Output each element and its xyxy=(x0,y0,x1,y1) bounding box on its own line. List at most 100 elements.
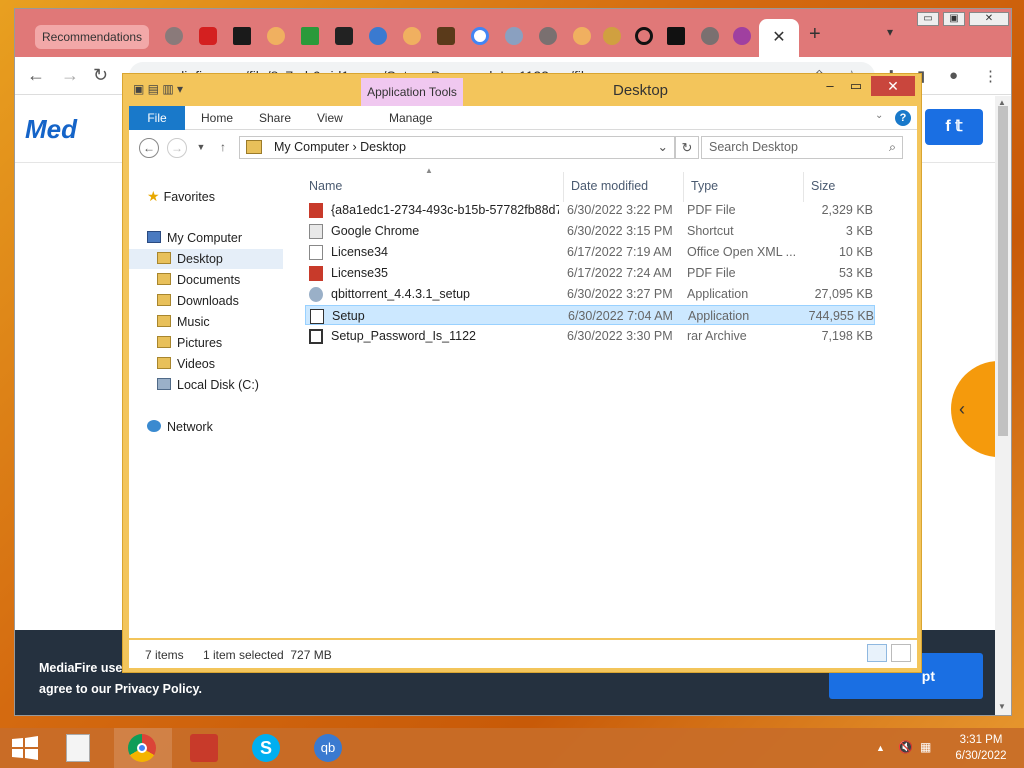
tray-expand-icon[interactable]: ▲ xyxy=(876,743,885,753)
application-tools-label: Application Tools xyxy=(361,78,463,106)
column-type[interactable]: Type xyxy=(691,179,718,193)
tab-icon-13[interactable] xyxy=(573,27,591,45)
tab-icon-16[interactable] xyxy=(667,27,685,45)
nav-local-disk[interactable]: Local Disk (C:) xyxy=(157,375,259,395)
address-dropdown-icon[interactable]: ⌄ xyxy=(658,137,668,158)
explorer-minimize-button[interactable]: ‒ xyxy=(819,76,841,96)
search-input[interactable]: Search Desktop ⌕ xyxy=(701,136,903,159)
large-icons-view-icon[interactable] xyxy=(891,644,911,662)
search-placeholder: Search Desktop xyxy=(709,140,798,154)
tab-search-chevron-icon[interactable]: ▾ xyxy=(887,25,893,39)
recommendations-tab[interactable]: Recommendations xyxy=(35,25,150,49)
nav-downloads[interactable]: Downloads xyxy=(157,291,239,311)
taskbar-skype[interactable]: S xyxy=(238,728,296,768)
nav-favorites[interactable]: ★ Favorites xyxy=(147,186,215,206)
profile-icon[interactable]: ● xyxy=(949,67,958,84)
explorer-maximize-button[interactable]: ▭ xyxy=(845,76,867,96)
explorer-forward-icon[interactable]: → xyxy=(167,138,187,158)
tab-icon-14[interactable] xyxy=(603,27,621,45)
scroll-thumb[interactable] xyxy=(998,106,1008,436)
tab-icon-2[interactable] xyxy=(199,27,217,45)
minimize-button[interactable]: ▭ xyxy=(917,12,939,26)
column-size[interactable]: Size xyxy=(811,179,835,193)
tab-icon-8[interactable] xyxy=(403,27,421,45)
search-icon[interactable]: ⌕ xyxy=(889,137,896,158)
file-row[interactable]: Google Chrome 6/30/2022 3:15 PM Shortcut… xyxy=(305,221,875,241)
tab-icon-3[interactable] xyxy=(233,27,251,45)
tab-icon-6[interactable] xyxy=(335,27,353,45)
nav-network[interactable]: Network xyxy=(147,417,213,437)
maximize-button[interactable]: ▣ xyxy=(943,12,965,26)
mediafire-logo[interactable]: Med xyxy=(25,114,77,145)
up-icon[interactable]: ↑ xyxy=(213,138,233,158)
nav-videos[interactable]: Videos xyxy=(157,354,215,374)
taskbar-pdf-reader[interactable] xyxy=(176,728,234,768)
tab-file[interactable]: File xyxy=(129,106,185,130)
new-tab-button[interactable]: + xyxy=(809,23,821,46)
system-clock[interactable]: 3:31 PM 6/30/2022 xyxy=(948,732,1014,764)
explorer-back-icon[interactable]: ← xyxy=(139,138,159,158)
file-row[interactable]: License34 6/17/2022 7:19 AM Office Open … xyxy=(305,242,875,262)
file-row[interactable]: {a8a1edc1-2734-493c-b15b-57782fb88d7... … xyxy=(305,200,875,220)
network-tray-icon[interactable]: ▦ xyxy=(920,740,931,754)
tab-icon-11[interactable] xyxy=(505,27,523,45)
tab-icon-9[interactable] xyxy=(437,27,455,45)
taskbar-qbittorrent[interactable]: qb xyxy=(300,728,358,768)
social-buttons[interactable]: f 𝕥 xyxy=(925,109,983,145)
cookie-text-1: MediaFire use xyxy=(39,661,123,675)
close-button[interactable]: ✕ xyxy=(969,12,1009,26)
explorer-close-button[interactable]: ✕ xyxy=(871,76,915,96)
scroll-down-icon[interactable]: ▼ xyxy=(998,702,1006,711)
forward-icon[interactable]: → xyxy=(61,65,79,86)
tab-icon-17[interactable] xyxy=(701,27,719,45)
column-date[interactable]: Date modified xyxy=(571,179,648,193)
tab-icon-4[interactable] xyxy=(267,27,285,45)
back-icon[interactable]: ← xyxy=(27,65,45,86)
nav-documents[interactable]: Documents xyxy=(157,270,240,290)
taskbar-chrome[interactable] xyxy=(114,728,172,768)
menu-icon[interactable]: ⋮ xyxy=(983,67,998,85)
quick-access-toolbar[interactable]: ▣ ▤ ▥ ▾ xyxy=(133,82,183,96)
tab-icon-google[interactable] xyxy=(471,27,489,45)
column-name[interactable]: Name xyxy=(309,179,342,193)
active-tab-close-button[interactable]: ✕ xyxy=(759,19,799,57)
ribbon-expand-icon[interactable]: ⌄ xyxy=(875,110,883,121)
explorer-titlebar[interactable]: ▣ ▤ ▥ ▾ Application Tools Desktop ‒ ▭ ✕ xyxy=(123,74,921,106)
cookie-text-2[interactable]: agree to our Privacy Policy. xyxy=(39,679,239,700)
tab-icon-12[interactable] xyxy=(539,27,557,45)
details-view-icon[interactable] xyxy=(867,644,887,662)
page-scrollbar[interactable]: ▲ ▼ xyxy=(995,96,1011,715)
tab-home[interactable]: Home xyxy=(201,106,233,130)
tab-icon-1[interactable] xyxy=(165,27,183,45)
file-row-selected[interactable]: Setup 6/30/2022 7:04 AM Application 744,… xyxy=(305,305,875,325)
column-divider[interactable] xyxy=(803,172,804,202)
tab-icon-7[interactable] xyxy=(369,27,387,45)
tab-icon-5[interactable] xyxy=(301,27,319,45)
file-row[interactable]: qbittorrent_4.4.3.1_setup 6/30/2022 3:27… xyxy=(305,284,875,304)
reload-icon[interactable]: ↻ xyxy=(93,65,108,86)
breadcrumb-desktop[interactable]: Desktop xyxy=(360,140,406,154)
nav-music[interactable]: Music xyxy=(157,312,210,332)
volume-muted-icon[interactable]: 🔇 xyxy=(898,740,913,754)
file-row[interactable]: License35 6/17/2022 7:24 AM PDF File 53 … xyxy=(305,263,875,283)
help-icon[interactable]: ? xyxy=(895,110,911,126)
tab-share[interactable]: Share xyxy=(259,106,291,130)
tab-manage[interactable]: Manage xyxy=(389,106,432,130)
explorer-address-bar[interactable]: My Computer › Desktop ⌄ xyxy=(239,136,675,159)
windows-start-icon[interactable] xyxy=(10,736,40,760)
column-divider[interactable] xyxy=(563,172,564,202)
nav-desktop[interactable]: Desktop xyxy=(129,249,283,269)
tab-icon-18[interactable] xyxy=(733,27,751,45)
file-row[interactable]: Setup_Password_Is_1122 6/30/2022 3:30 PM… xyxy=(305,326,875,346)
documents-folder-icon xyxy=(157,273,171,285)
nav-my-computer[interactable]: My Computer xyxy=(147,228,242,248)
tab-icon-15[interactable] xyxy=(635,27,653,45)
column-divider[interactable] xyxy=(683,172,684,202)
taskbar-file-explorer[interactable] xyxy=(50,728,108,768)
refresh-icon[interactable]: ↻ xyxy=(675,136,699,159)
breadcrumb-separator-icon[interactable]: › xyxy=(353,140,361,154)
breadcrumb-my-computer[interactable]: My Computer xyxy=(274,140,349,154)
nav-pictures[interactable]: Pictures xyxy=(157,333,222,353)
recent-locations-icon[interactable]: ▼ xyxy=(191,138,211,158)
tab-view[interactable]: View xyxy=(317,106,343,130)
